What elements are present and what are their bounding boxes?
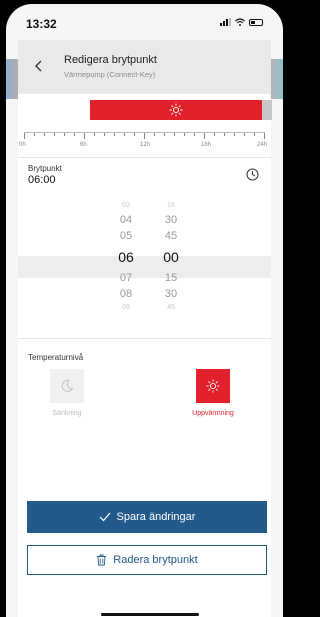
heating-option[interactable]: [196, 369, 230, 403]
tick-label: 24h: [257, 142, 268, 148]
wifi-icon: [235, 18, 245, 26]
picker-item: 15: [167, 202, 175, 209]
save-button-label: Spara ändringar: [116, 511, 196, 523]
ruler-tick: [144, 133, 145, 139]
ruler-tick: [254, 133, 255, 136]
picker-selection-band: [18, 256, 271, 278]
phone-screen: 13:32 Redigera brytpunkt Värmepump (Conn…: [6, 4, 283, 617]
ruler-tick: [214, 133, 215, 136]
back-icon[interactable]: [30, 57, 48, 75]
picker-item: 45: [164, 230, 178, 242]
battery-icon: [249, 18, 263, 26]
ruler-tick: [114, 133, 115, 136]
save-changes-button[interactable]: Spara ändringar: [27, 501, 267, 533]
page-subtitle: Värmepump (Connect-Key): [64, 70, 156, 79]
tick-label: 0h: [19, 142, 26, 148]
setback-option[interactable]: [50, 369, 84, 403]
time-ruler: [24, 132, 265, 140]
setback-label: Sänkning: [52, 410, 82, 417]
picker-item: 08: [119, 288, 133, 300]
ruler-tick: [54, 133, 55, 136]
picker-item: 05: [119, 230, 133, 242]
ruler-tick: [264, 133, 265, 139]
divider: [18, 157, 271, 158]
picker-item: 15: [164, 272, 178, 284]
edit-breakpoint-sheet: Redigera brytpunkt Värmepump (Connect-Ke…: [18, 40, 272, 617]
breakpoint-value: 06:00: [28, 174, 56, 186]
picker-item: 30: [164, 214, 178, 226]
ruler-tick: [164, 133, 165, 136]
ruler-tick: [104, 133, 105, 136]
selected-minute: 00: [163, 249, 179, 265]
ruler-tick: [134, 133, 135, 136]
ruler-tick: [184, 133, 185, 136]
ruler-tick: [64, 133, 65, 136]
heating-segment[interactable]: [90, 100, 262, 120]
ruler-tick: [34, 133, 35, 136]
segment-end: [262, 100, 272, 120]
ruler-tick: [84, 133, 85, 139]
divider: [18, 338, 271, 339]
delete-button-label: Radera brytpunkt: [113, 554, 198, 566]
ruler-tick: [244, 133, 245, 136]
tick-label: 6h: [80, 142, 87, 148]
ruler-tick: [204, 133, 205, 139]
ruler-tick: [24, 133, 25, 139]
moon-icon: [61, 379, 74, 392]
sun-icon: [206, 379, 220, 393]
selected-hour: 06: [118, 249, 134, 265]
ruler-tick: [224, 133, 225, 136]
clock-icon[interactable]: [246, 168, 259, 181]
checkmark-icon: [99, 512, 111, 522]
ruler-tick: [234, 133, 235, 136]
delete-breakpoint-button[interactable]: Radera brytpunkt: [27, 545, 267, 575]
picker-item: 04: [119, 214, 133, 226]
tick-label: 18h: [201, 142, 212, 148]
heating-label: Uppvärmning: [192, 410, 234, 417]
ruler-tick: [74, 133, 75, 136]
picker-item: 30: [164, 288, 178, 300]
schedule-timeline: 0h 6h 12h 18h 24h: [18, 94, 272, 154]
ruler-tick: [124, 133, 125, 136]
picker-item: 07: [119, 272, 133, 284]
minute-wheel[interactable]: 15 30 45 00 15 30 45: [156, 200, 186, 314]
status-icons: [220, 18, 263, 26]
breakpoint-label: Brytpunkt: [28, 164, 62, 173]
picker-item: 09: [122, 304, 130, 311]
ruler-tick: [194, 133, 195, 136]
picker-item: 45: [167, 304, 175, 311]
picker-item: 03: [122, 202, 130, 209]
home-indicator[interactable]: [101, 613, 199, 616]
tick-label: 12h: [140, 142, 151, 148]
time-picker: 03 04 05 06 07 08 09 15 30 45 00 15 30 4…: [18, 200, 271, 324]
page-title: Redigera brytpunkt: [64, 54, 157, 66]
status-time: 13:32: [26, 17, 57, 31]
ruler-tick: [44, 133, 45, 136]
header: Redigera brytpunkt Värmepump (Connect-Ke…: [18, 40, 271, 94]
ruler-tick: [94, 133, 95, 136]
ruler-tick: [174, 133, 175, 136]
sun-icon: [169, 103, 183, 117]
ruler-tick: [154, 133, 155, 136]
trash-icon: [97, 554, 107, 566]
temperature-level-label: Temperaturnivå: [28, 353, 84, 362]
signal-icon: [220, 18, 231, 26]
status-bar: 13:32: [6, 4, 283, 38]
hour-wheel[interactable]: 03 04 05 06 07 08 09: [111, 200, 141, 314]
